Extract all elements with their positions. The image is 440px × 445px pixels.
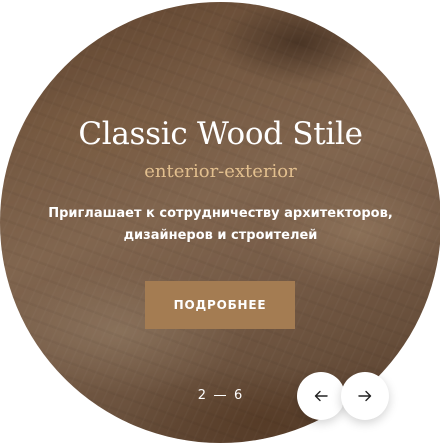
- hero-tagline: Приглашает к сотрудничеству архитекторов…: [30, 203, 411, 247]
- hero-tagline-line-2: дизайнеров и строителей: [123, 228, 318, 243]
- slider-next-button[interactable]: [341, 372, 389, 420]
- hero-title: Classic Wood Stile: [78, 116, 363, 152]
- hero-tagline-line-1: Приглашает к сотрудничеству архитекторов…: [48, 206, 393, 221]
- arrow-right-icon: [358, 390, 372, 402]
- counter-dash: [214, 394, 226, 396]
- arrow-left-icon: [314, 390, 328, 402]
- hero-subtitle: enterior-exterior: [144, 161, 297, 182]
- slider-prev-button[interactable]: [297, 372, 345, 420]
- hero-section: Classic Wood Stile enterior-exterior При…: [0, 0, 440, 445]
- more-button[interactable]: ПОДРОБНЕЕ: [145, 281, 295, 329]
- slide-total: 6: [234, 387, 243, 403]
- slide-current: 2: [197, 387, 206, 403]
- slide-counter: 2 6: [190, 385, 250, 405]
